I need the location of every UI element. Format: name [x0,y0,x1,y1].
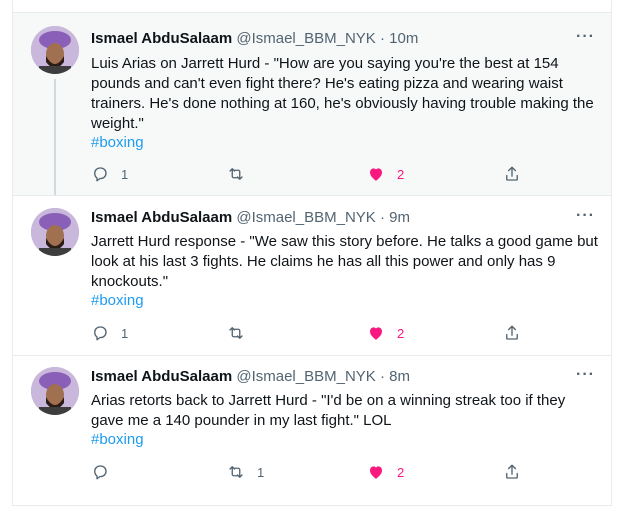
like-count: 2 [397,166,405,182]
tweet-thread: Ismael AbduSalaam @Ismael_BBM_NYK · 10m … [12,0,612,506]
avatar[interactable] [31,26,79,74]
like-count: 2 [397,325,405,341]
tweet-header: Ismael AbduSalaam @Ismael_BBM_NYK · 9m [91,209,410,226]
separator-dot: · [379,368,385,385]
retweet-button[interactable] [227,164,257,184]
reply-count: 1 [121,166,129,182]
separator-dot: · [379,209,385,226]
retweet-icon [229,327,243,339]
author-name[interactable]: Ismael AbduSalaam [91,368,232,385]
like-count: 2 [397,464,405,480]
like-button[interactable]: 2 [367,462,404,482]
reply-button[interactable]: 1 [91,323,128,343]
avatar-image [31,26,79,74]
author-handle[interactable]: @Ismael_BBM_NYK [236,209,375,226]
avatar-image [31,367,79,415]
heart-icon [370,466,382,479]
tweet-actions: 1 2 [91,462,521,482]
share-icon [506,464,518,479]
tweet[interactable]: Ismael AbduSalaam @Ismael_BBM_NYK · 8m ·… [13,356,611,506]
retweet-count: 1 [257,464,265,480]
share-icon [506,166,518,181]
tweet-text: Arias retorts back to Jarrett Hurd - "I'… [91,392,566,429]
hashtag-link[interactable]: #boxing [91,134,144,151]
avatar[interactable] [31,208,79,256]
reply-icon [94,465,107,480]
author-handle[interactable]: @Ismael_BBM_NYK [236,368,375,385]
more-icon[interactable]: ··· [576,28,595,46]
share-icon [506,325,518,340]
timestamp[interactable]: 10m [389,30,418,47]
reply-button[interactable]: 1 [91,164,128,184]
reply-icon [94,326,107,341]
tweet[interactable]: Ismael AbduSalaam @Ismael_BBM_NYK · 9m ·… [13,196,611,356]
hashtag-link[interactable]: #boxing [91,431,144,448]
tweet-header: Ismael AbduSalaam @Ismael_BBM_NYK · 10m [91,30,418,47]
reply-count: 1 [121,325,129,341]
more-icon[interactable]: ··· [576,207,595,225]
hashtag-link[interactable]: #boxing [91,292,144,309]
author-name[interactable]: Ismael AbduSalaam [91,30,232,47]
reply-button[interactable] [91,462,121,482]
reply-icon [94,167,107,182]
timestamp[interactable]: 8m [389,368,410,385]
tweet-text: Luis Arias on Jarrett Hurd - "How are yo… [91,55,594,132]
share-button[interactable] [503,323,521,343]
retweet-button[interactable] [227,323,257,343]
retweet-icon [229,466,243,478]
retweet-button[interactable]: 1 [227,462,264,482]
retweet-icon [229,168,243,180]
author-name[interactable]: Ismael AbduSalaam [91,209,232,226]
share-button[interactable] [503,462,521,482]
tweet-actions: 1 2 [91,164,521,184]
tweet-text: Jarrett Hurd response - "We saw this sto… [91,233,598,290]
heart-icon [370,327,382,340]
tweet[interactable]: Ismael AbduSalaam @Ismael_BBM_NYK · 10m … [13,13,611,196]
tweet-actions: 1 2 [91,323,521,343]
like-button[interactable]: 2 [367,164,404,184]
timestamp[interactable]: 9m [389,209,410,226]
separator-dot: · [379,30,385,47]
avatar-image [31,208,79,256]
share-button[interactable] [503,164,521,184]
author-handle[interactable]: @Ismael_BBM_NYK [236,30,375,47]
thread-connector [54,79,56,196]
more-icon[interactable]: ··· [576,366,595,384]
tweet-header: Ismael AbduSalaam @Ismael_BBM_NYK · 8m [91,368,410,385]
avatar[interactable] [31,367,79,415]
like-button[interactable]: 2 [367,323,404,343]
heart-icon [370,168,382,181]
